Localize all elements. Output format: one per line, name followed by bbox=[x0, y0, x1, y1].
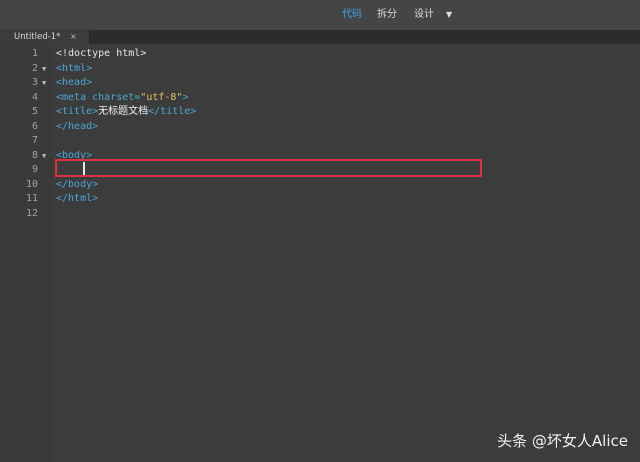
line-number: 2 bbox=[31, 62, 38, 74]
code-line[interactable]: 7 bbox=[0, 134, 640, 149]
watermark: 头条 @坏女人Alice bbox=[497, 432, 628, 450]
code-token: <title> bbox=[56, 106, 99, 117]
code-token: <!doctype html> bbox=[56, 48, 147, 59]
code-text: <html> bbox=[56, 62, 92, 77]
close-icon[interactable]: × bbox=[70, 31, 77, 43]
highlight-box bbox=[55, 159, 482, 177]
code-token: 无标题文档 bbox=[98, 106, 149, 117]
line-number: 3 bbox=[31, 77, 38, 88]
line-number: 12 bbox=[25, 207, 38, 219]
code-text: </html> bbox=[56, 192, 98, 207]
code-token: "utf-8" bbox=[140, 91, 183, 103]
fold-toggle-icon[interactable]: ▼ bbox=[42, 62, 46, 77]
line-number: 9 bbox=[31, 164, 38, 175]
code-token: <meta bbox=[56, 91, 93, 103]
code-text: <meta charset="utf-8"> bbox=[56, 91, 188, 106]
fold-toggle-icon[interactable]: ▼ bbox=[42, 149, 46, 164]
code-text: </head> bbox=[56, 120, 98, 135]
split-view-tab[interactable]: 拆分 bbox=[377, 8, 397, 22]
code-token: </html> bbox=[56, 193, 99, 204]
code-line[interactable]: 4 <meta charset="utf-8"> bbox=[0, 91, 640, 106]
line-number: 6 bbox=[31, 120, 38, 132]
line-number: 1 bbox=[31, 48, 38, 59]
code-line[interactable]: 6 </head> bbox=[0, 120, 640, 135]
code-token: <html> bbox=[56, 62, 93, 74]
chevron-down-icon[interactable]: ▼ bbox=[446, 9, 452, 21]
line-number: 7 bbox=[31, 135, 38, 146]
design-view-tab[interactable]: 设计 bbox=[414, 8, 434, 22]
code-text: <!doctype html> bbox=[56, 47, 146, 62]
document-tab-strip: Untitled-1* × bbox=[0, 30, 640, 44]
code-line[interactable]: 11 </html> bbox=[0, 192, 640, 207]
text-cursor bbox=[83, 162, 85, 175]
line-number: 8 bbox=[31, 149, 38, 161]
line-number: 4 bbox=[31, 91, 38, 103]
code-line[interactable]: 10 </body> bbox=[0, 178, 640, 193]
document-tab[interactable]: Untitled-1* × bbox=[0, 30, 90, 44]
line-number: 5 bbox=[31, 106, 38, 117]
line-number: 11 bbox=[25, 193, 38, 204]
code-token: <head> bbox=[56, 77, 93, 88]
code-text: <title>无标题文档</title> bbox=[56, 105, 196, 120]
view-toolbar: 代码 拆分 设计 ▼ bbox=[0, 0, 640, 30]
code-token: </body> bbox=[56, 178, 99, 190]
line-number: 10 bbox=[25, 178, 38, 190]
code-text: </body> bbox=[56, 178, 98, 193]
code-token: charset= bbox=[92, 91, 141, 103]
code-line[interactable]: 12 bbox=[0, 207, 640, 222]
code-token: </title> bbox=[148, 106, 197, 117]
code-editor[interactable]: 1 <!doctype html> 2 ▼ <html> 3 ▼ <head> 4 <meta c… bbox=[0, 44, 640, 462]
code-line[interactable]: 2 ▼ <html> bbox=[0, 62, 640, 77]
code-line[interactable]: 1 <!doctype html> bbox=[0, 47, 640, 62]
code-line[interactable]: 3 ▼ <head> bbox=[0, 76, 640, 91]
code-token: </head> bbox=[56, 120, 99, 132]
code-line[interactable]: 5 <title>无标题文档</title> bbox=[0, 105, 640, 120]
document-tab-label: Untitled-1* bbox=[14, 32, 61, 42]
fold-toggle-icon[interactable]: ▼ bbox=[42, 76, 46, 91]
code-token: > bbox=[182, 91, 189, 103]
code-text: <head> bbox=[56, 76, 92, 91]
code-view-tab[interactable]: 代码 bbox=[342, 8, 362, 22]
